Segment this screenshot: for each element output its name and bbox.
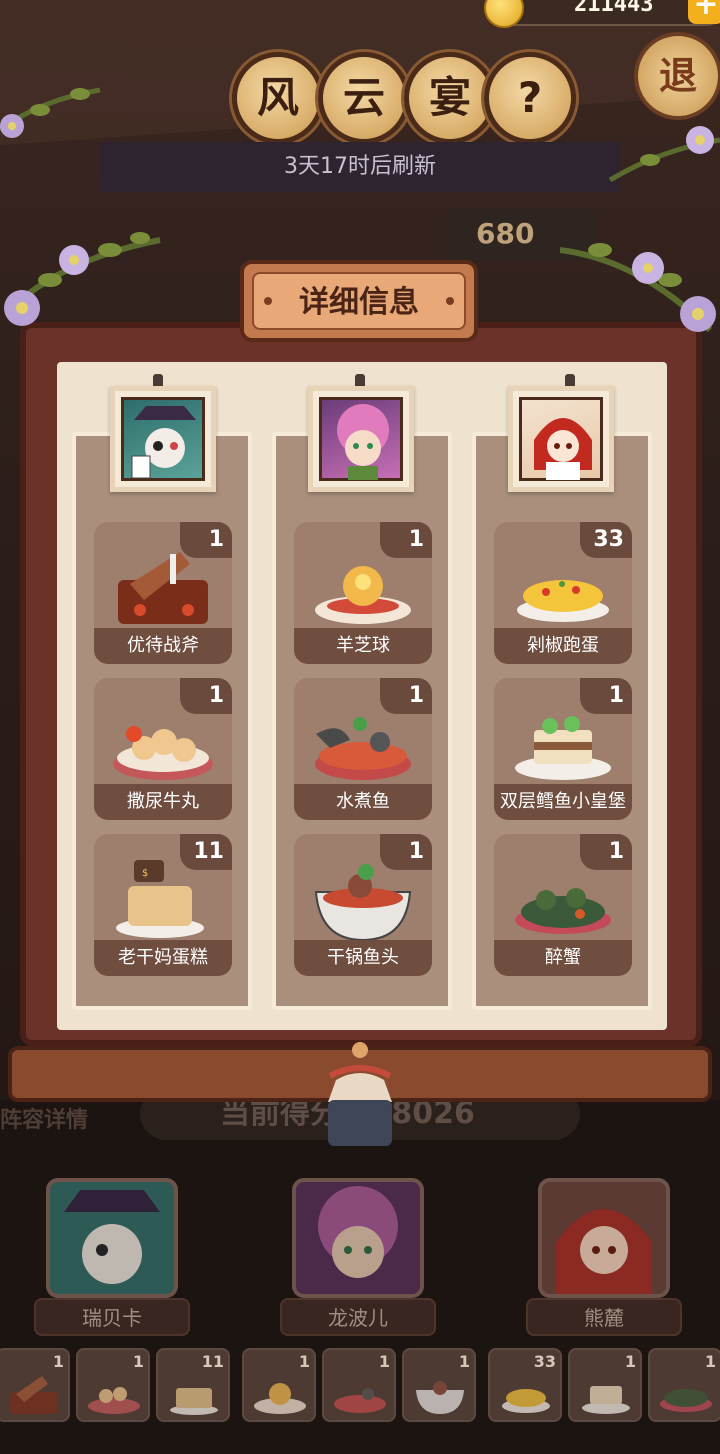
title-dot bbox=[446, 297, 454, 305]
team-detail-label: 阵容详情 bbox=[0, 1108, 89, 1133]
dish-slot[interactable]: 1 bbox=[242, 1348, 316, 1422]
dish-slot[interactable]: 33 bbox=[488, 1348, 562, 1422]
chef-xionglu-icon bbox=[542, 1182, 666, 1294]
chef-portrait-2[interactable] bbox=[308, 386, 414, 492]
chef-name: 瑞贝卡 bbox=[34, 1298, 190, 1336]
dish-name: 剁椒跑蛋 bbox=[494, 628, 632, 664]
chef-face-icon bbox=[519, 397, 603, 481]
dish-cheese-ball-icon bbox=[254, 1383, 306, 1414]
dish-count-badge: 1 bbox=[380, 522, 432, 558]
chef-card-1[interactable] bbox=[46, 1178, 178, 1298]
slot-count: 1 bbox=[132, 1352, 144, 1371]
dish-card[interactable]: 1 撒尿牛丸 bbox=[94, 678, 232, 820]
dish-slot[interactable]: 1 bbox=[402, 1348, 476, 1422]
dish-slot[interactable]: 1 bbox=[568, 1348, 642, 1422]
dish-card[interactable]: 1 双层鳕鱼小皇堡 bbox=[494, 678, 632, 820]
svg-text:$: $ bbox=[142, 868, 148, 879]
plus-icon[interactable]: + bbox=[688, 0, 720, 24]
dish-cake-icon bbox=[170, 1388, 218, 1415]
dish-count-badge: 1 bbox=[380, 834, 432, 870]
title-dot bbox=[264, 297, 272, 305]
title-char-yan: 宴 bbox=[404, 52, 496, 144]
panel-title-plate: 详细信息 bbox=[240, 260, 478, 342]
slot-count: 33 bbox=[533, 1352, 556, 1371]
slot-count: 11 bbox=[201, 1352, 224, 1371]
dish-boiled-fish-icon bbox=[334, 1388, 386, 1413]
dish-slot[interactable]: 11 bbox=[156, 1348, 230, 1422]
dish-name: 优待战斧 bbox=[94, 628, 232, 664]
dish-count-badge: 11 bbox=[180, 834, 232, 870]
dish-count-badge: 1 bbox=[180, 522, 232, 558]
refresh-timer: 3天17时后刷新 bbox=[100, 142, 620, 192]
dish-card[interactable]: 1 醉蟹 bbox=[494, 834, 632, 976]
dish-name: 老干妈蛋糕 bbox=[94, 940, 232, 976]
chef-card-2[interactable] bbox=[292, 1178, 424, 1298]
dish-count-badge: 1 bbox=[580, 834, 632, 870]
currency-bar: 211443 + bbox=[484, 0, 720, 28]
chef-name: 龙波儿 bbox=[280, 1298, 436, 1336]
chef-card-3[interactable] bbox=[538, 1178, 670, 1298]
dish-name: 水煮鱼 bbox=[294, 784, 432, 820]
slot-count: 1 bbox=[52, 1352, 64, 1371]
slot-count: 1 bbox=[298, 1352, 310, 1371]
dish-slot[interactable]: 1 bbox=[322, 1348, 396, 1422]
slot-count: 1 bbox=[704, 1352, 716, 1371]
dish-card[interactable]: 1 干锅鱼头 bbox=[294, 834, 432, 976]
dish-card[interactable]: 1 羊芝球 bbox=[294, 522, 432, 664]
chef-rebecca-icon bbox=[50, 1182, 174, 1294]
dish-slot[interactable]: 1 bbox=[76, 1348, 150, 1422]
dish-name: 双层鳕鱼小皇堡 bbox=[494, 784, 632, 820]
flower-vine-icon bbox=[0, 87, 101, 138]
dish-drunken-crab-icon bbox=[660, 1389, 712, 1412]
dish-tomahawk-icon bbox=[10, 1376, 58, 1414]
chef-name: 熊麓 bbox=[526, 1298, 682, 1336]
dish-count-badge: 1 bbox=[180, 678, 232, 714]
title-char-feng: 风 bbox=[232, 52, 324, 144]
dish-card[interactable]: $ 11 老干妈蛋糕 bbox=[94, 834, 232, 976]
chef-face-icon bbox=[319, 397, 403, 481]
dish-scrambled-egg-icon bbox=[502, 1389, 550, 1413]
tassel-close-icon[interactable] bbox=[322, 1040, 398, 1146]
dish-cod-burger-icon bbox=[582, 1386, 630, 1414]
dish-card[interactable]: 1 水煮鱼 bbox=[294, 678, 432, 820]
dish-count-badge: 33 bbox=[580, 522, 632, 558]
exit-button[interactable]: 退 bbox=[634, 32, 720, 120]
slot-count: 1 bbox=[378, 1352, 390, 1371]
dish-name: 醉蟹 bbox=[494, 940, 632, 976]
dish-name: 羊芝球 bbox=[294, 628, 432, 664]
dish-card[interactable]: 33 剁椒跑蛋 bbox=[494, 522, 632, 664]
flower-vine-icon bbox=[560, 243, 716, 333]
title-char-yun: 云 bbox=[318, 52, 410, 144]
chef-longboer-icon bbox=[296, 1182, 420, 1294]
dish-count-badge: 1 bbox=[580, 678, 632, 714]
dish-name: 撒尿牛丸 bbox=[94, 784, 232, 820]
chef-portrait-3[interactable] bbox=[508, 386, 614, 492]
help-button[interactable]: ? bbox=[484, 52, 576, 144]
dish-slot[interactable]: 1 bbox=[0, 1348, 70, 1422]
dish-card[interactable]: 1 优待战斧 bbox=[94, 522, 232, 664]
currency-value: 211443 bbox=[574, 0, 654, 17]
chef-face-icon bbox=[121, 397, 205, 481]
panel-title: 详细信息 bbox=[252, 272, 466, 330]
dish-fish-head-icon bbox=[416, 1381, 464, 1414]
flower-vine-icon bbox=[608, 126, 720, 183]
dish-name: 干锅鱼头 bbox=[294, 940, 432, 976]
dish-meatballs-icon bbox=[88, 1387, 140, 1414]
slot-count: 1 bbox=[458, 1352, 470, 1371]
dish-slot[interactable]: 1 bbox=[648, 1348, 720, 1422]
slot-count: 1 bbox=[624, 1352, 636, 1371]
chef-portrait-1[interactable] bbox=[110, 386, 216, 492]
flower-vine-icon bbox=[4, 232, 161, 326]
dish-count-badge: 1 bbox=[380, 678, 432, 714]
